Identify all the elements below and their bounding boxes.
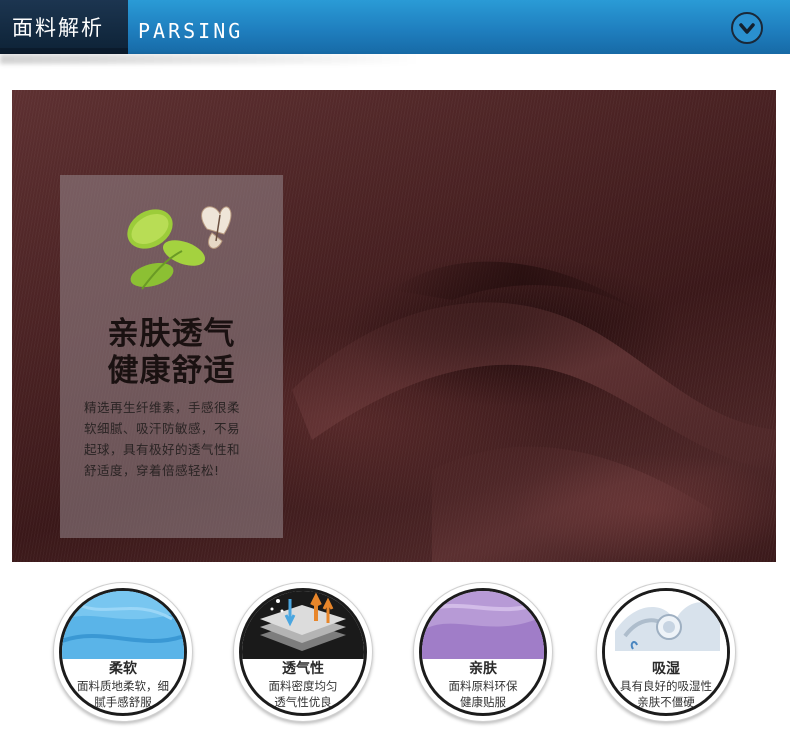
feature-title: 吸湿 (652, 661, 680, 677)
toggle-button[interactable] (731, 12, 763, 44)
feature-soft: 柔软 面料质地柔软，细 腻手感舒服 (53, 582, 193, 722)
feature-description: 具有良好的吸湿性 亲肤不僵硬 (602, 678, 730, 710)
feature-desc-line: 健康贴服 (460, 695, 506, 709)
feature-desc-line: 面料质地柔软，细 (77, 679, 169, 693)
feature-description: 面料密度均匀 透气性优良 (239, 678, 367, 710)
panel-heading-line2: 健康舒适 (107, 353, 236, 389)
feature-moisture: 吸湿 具有良好的吸湿性 亲肤不僵硬 (596, 582, 736, 722)
feature-description: 面料原料环保 健康贴服 (419, 678, 547, 710)
fabric-hero-image: 亲肤透气 健康舒适 精选再生纤维素，手感很柔 软细腻、吸汗防敏感，不易 起球，具… (12, 90, 776, 562)
description-line: 软细腻、吸汗防敏感，不易 (84, 421, 241, 436)
feature-title: 透气性 (282, 661, 324, 677)
breathable-layers-icon (242, 591, 364, 659)
section-subtitle: PARSING (138, 19, 244, 43)
feature-description: 面料质地柔软，细 腻手感舒服 (59, 678, 187, 710)
feature-breathable: 透气性 面料密度均匀 透气性优良 (233, 582, 373, 722)
feature-title: 柔软 (109, 661, 137, 677)
panel-description: 精选再生纤维素，手感很柔 软细腻、吸汗防敏感，不易 起球，具有极好的透气性和 舒… (84, 397, 268, 481)
feature-desc-line: 亲肤不僵硬 (637, 695, 695, 709)
header-shadow (0, 54, 420, 64)
feature-desc-line: 腻手感舒服 (94, 695, 152, 709)
description-line: 起球，具有极好的透气性和 (84, 442, 241, 457)
moisture-absorb-icon (605, 591, 727, 659)
feature-skin-friendly: 亲肤 面料原料环保 健康贴服 (413, 582, 553, 722)
chevron-down-circle-icon (739, 23, 755, 34)
leaf-butterfly-icon (127, 206, 232, 290)
feature-desc-line: 透气性优良 (274, 695, 332, 709)
feature-title: 亲肤 (469, 661, 497, 677)
feature-desc-line: 面料原料环保 (448, 679, 518, 693)
description-line: 舒适度，穿着倍感轻松! (84, 463, 220, 478)
feature-desc-line: 面料密度均匀 (268, 679, 338, 693)
soft-fabric-icon (62, 591, 184, 659)
description-line: 精选再生纤维素，手感很柔 (84, 400, 241, 415)
section-header: 面料解析 PARSING (0, 0, 790, 54)
section-title: 面料解析 (12, 16, 104, 40)
intro-panel: 亲肤透气 健康舒适 精选再生纤维素，手感很柔 软细腻、吸汗防敏感，不易 起球，具… (60, 175, 283, 538)
feature-desc-line: 具有良好的吸湿性 (620, 679, 712, 693)
skin-friendly-fabric-icon (422, 591, 544, 659)
